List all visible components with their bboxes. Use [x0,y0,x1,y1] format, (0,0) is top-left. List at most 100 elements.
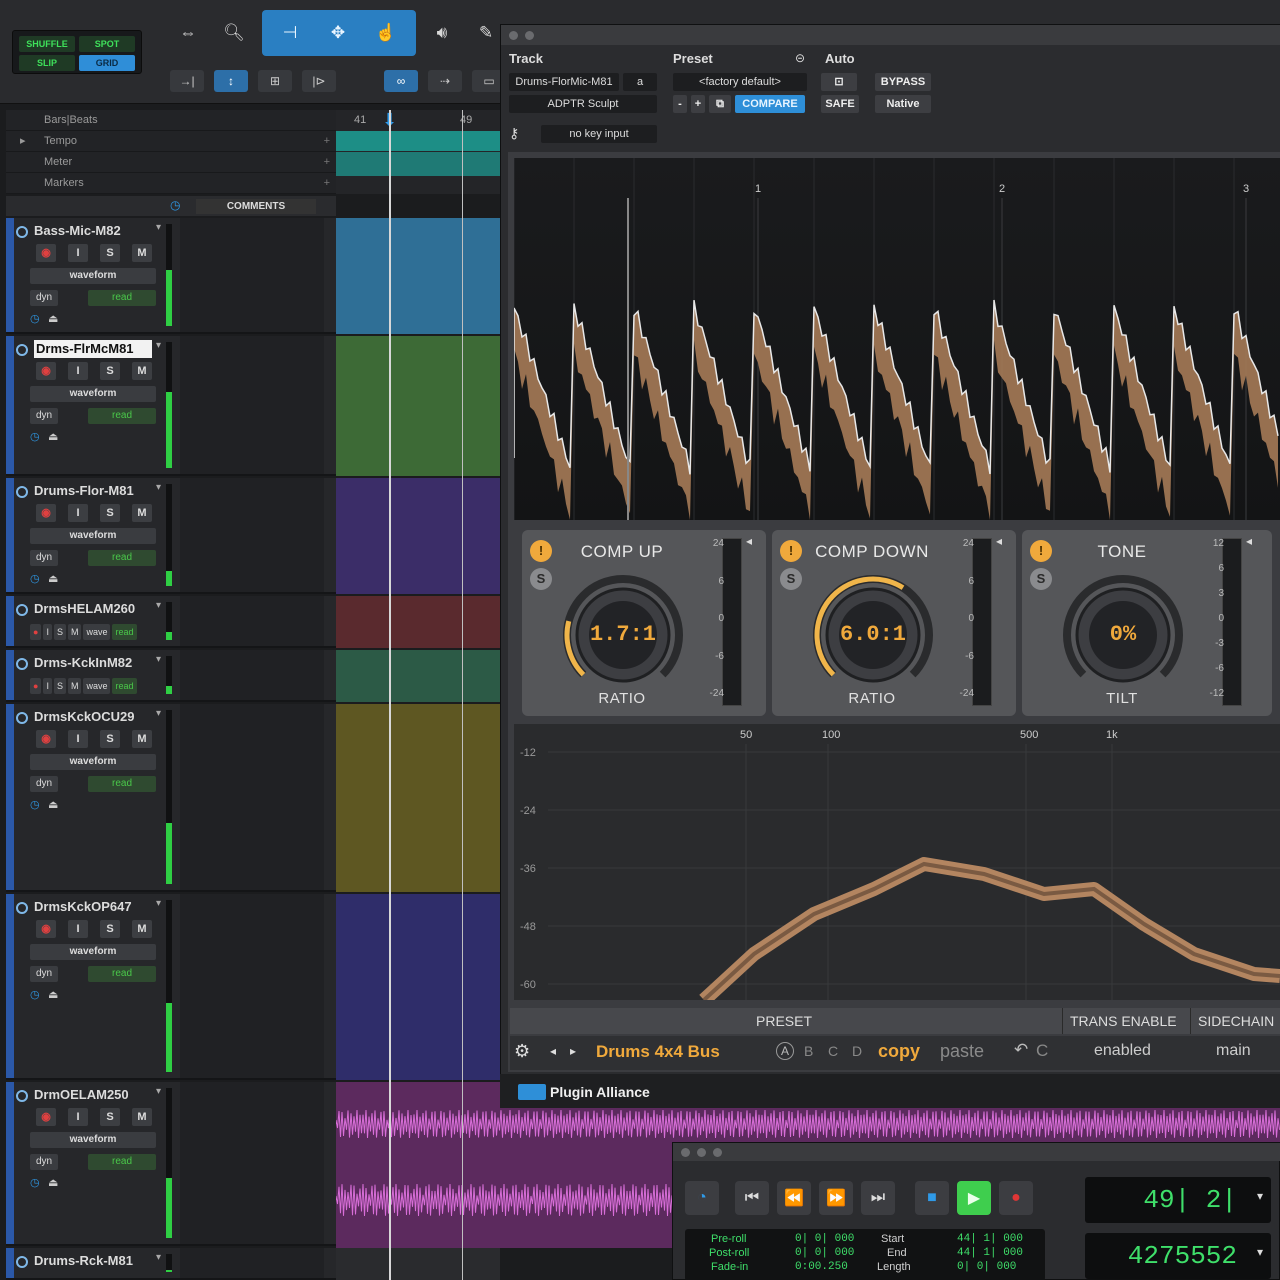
trans-enable-value[interactable]: enabled [1094,1042,1151,1060]
mirror-midi-icon[interactable]: ∞ [384,70,418,92]
track-comments[interactable] [180,650,324,700]
input-monitor-button[interactable]: I [68,1108,88,1126]
solo-button[interactable]: S [100,730,120,748]
undo-icon[interactable]: ↶ [1014,1040,1028,1060]
voice-icon[interactable]: ⏏ [48,988,58,1001]
link-timeline-icon[interactable]: ↕ [214,70,248,92]
grabber-tool-icon[interactable]: ✥ [320,18,356,48]
slot-a-button[interactable]: A [776,1042,794,1060]
input-monitor-button[interactable]: I [68,920,88,938]
view-selector[interactable]: waveform [30,528,156,544]
input-monitor-button[interactable]: I [68,504,88,522]
clock-icon[interactable]: ◷ [170,198,180,212]
track-comments[interactable] [180,1248,324,1278]
window-titlebar[interactable] [501,25,1280,45]
solo-button[interactable]: S [100,920,120,938]
chevron-down-icon[interactable]: ▾ [156,898,161,909]
hand-tool-icon[interactable]: ☝ [368,18,404,48]
mute-button[interactable]: M [132,504,152,522]
solo-icon[interactable]: S [1030,568,1052,590]
bypass-button[interactable]: BYPASS [875,73,931,91]
minimize-icon[interactable] [525,31,534,40]
input-monitor-button[interactable]: I [68,730,88,748]
track-comments[interactable] [180,894,324,1078]
track-name[interactable]: Drums-Rck-M81 [34,1252,152,1270]
solo-button[interactable]: S [53,678,66,694]
track-name[interactable]: DrmsKckOCU29 [34,708,152,726]
return-to-zero-icon[interactable]: ⏮ [735,1181,769,1215]
main-counter[interactable]: 49| 2| 866 [1085,1177,1271,1261]
play-icon[interactable]: ▶ [957,1181,991,1215]
sidechain-value[interactable]: main [1216,1042,1251,1060]
track-record-icon[interactable] [16,902,28,914]
zoomer-tool-icon[interactable]: 🔍︎ [216,18,252,48]
track-comments[interactable] [180,218,324,332]
track-name[interactable]: Drums-Flor-M81 [34,482,152,500]
chevron-down-icon[interactable]: ▾ [156,222,161,233]
chevron-down-icon[interactable]: ▾ [156,482,161,493]
input-monitor-button[interactable]: I [43,624,52,640]
rec-enable-button[interactable]: ◉ [36,244,56,262]
track-header[interactable]: Drms-FlrMcM81 ▾ ◉ I S M waveform dyn rea… [6,336,336,476]
view-selector[interactable]: waveform [30,386,156,402]
close-icon[interactable] [509,31,518,40]
view-selector[interactable]: waveform [30,268,156,284]
ratio-knob[interactable]: 1.7:1 [554,566,692,704]
link-track-icon[interactable]: ⇢ [428,70,462,92]
rec-enable-button[interactable]: ◉ [36,920,56,938]
mute-button[interactable]: M [132,1108,152,1126]
ruler-meter[interactable]: Meter + [6,152,336,173]
minimize-icon[interactable] [697,1148,706,1157]
input-monitor-button[interactable]: I [68,244,88,262]
preset-selector[interactable]: <factory default> [673,73,807,91]
automation-mode[interactable]: read [88,550,156,566]
track-selector[interactable]: Drums-FlorMic-M81 [509,73,619,91]
end-value[interactable]: 44| 1| 000 [957,1247,1023,1259]
voice-icon[interactable]: ⏏ [48,798,58,811]
prev-preset-icon[interactable]: ◂ [550,1044,556,1058]
gear-icon[interactable]: ⚙ [514,1041,530,1062]
track-name[interactable]: Bass-Mic-M82 [34,222,152,240]
insertion-follows-icon[interactable]: ⊞ [258,70,292,92]
rec-enable-button[interactable]: ◉ [36,504,56,522]
playlist-dyn[interactable]: dyn [30,550,58,566]
track-name[interactable]: DrmsKckOP647 [34,898,152,916]
track-name[interactable]: Drms-KckInM82 [34,654,152,672]
mute-button[interactable]: M [67,624,82,640]
view-selector[interactable]: waveform [30,754,156,770]
mute-button[interactable]: M [132,362,152,380]
plugin-selector[interactable]: ADPTR Sculpt [509,95,657,113]
track-header[interactable]: Drms-KckInM82 ▾ ● I S Mwave read [6,650,336,702]
track-lane[interactable] [336,478,500,594]
zoom-icon[interactable] [713,1148,722,1157]
compare-button[interactable]: COMPARE [735,95,805,113]
postroll-value[interactable]: 0| 0| 000 [795,1247,854,1259]
window-titlebar[interactable] [673,1143,1280,1161]
track-comments[interactable] [180,704,324,890]
mute-button[interactable]: M [67,678,82,694]
close-icon[interactable] [681,1148,690,1157]
automation-mode[interactable]: read [88,966,156,982]
track-comments[interactable] [180,596,324,646]
prev-preset-button[interactable]: - [673,95,687,113]
next-preset-icon[interactable]: ▸ [570,1044,576,1058]
timebase-icon[interactable]: ◷ [30,1176,40,1189]
ruler-markers[interactable]: Markers + [6,173,336,194]
solo-icon[interactable]: S [530,568,552,590]
solo-button[interactable]: S [53,624,66,640]
copy-button[interactable]: copy [878,1041,920,1062]
solo-button[interactable]: S [100,362,120,380]
tab-to-transient-icon[interactable]: |⊳ [302,70,336,92]
power-icon[interactable]: ! [780,540,802,562]
track-comments[interactable] [180,336,324,474]
rec-enable-button[interactable]: ◉ [36,362,56,380]
next-preset-button[interactable]: + [691,95,705,113]
chevron-down-icon[interactable]: ▾ [156,340,161,351]
timebase-icon[interactable]: ◷ [30,572,40,585]
playlist-dyn[interactable]: dyn [30,1154,58,1170]
solo-button[interactable]: S [100,1108,120,1126]
paste-button[interactable]: paste [940,1041,984,1062]
chevron-down-icon[interactable]: ▾ [156,1086,161,1097]
track-record-icon[interactable] [16,1090,28,1102]
stop-icon[interactable]: ■ [915,1181,949,1215]
